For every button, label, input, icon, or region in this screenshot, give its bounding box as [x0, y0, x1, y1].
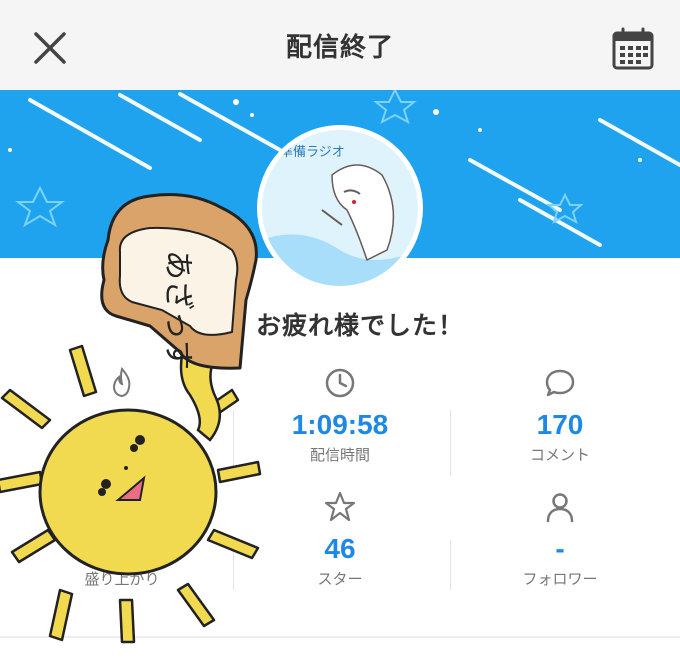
- avatar[interactable]: 準備ラジオ: [257, 125, 423, 291]
- person-icon: [546, 493, 574, 523]
- stat-excitement: [12, 366, 232, 400]
- divider: [450, 410, 451, 476]
- stream-end-message: お疲れ様でした！: [256, 311, 465, 340]
- comment-icon: [545, 369, 575, 397]
- duration-label: 配信時間: [309, 446, 370, 464]
- sticker-text: あざっす: [160, 250, 195, 370]
- star-icon: [324, 491, 356, 522]
- stat-stars: 46 スター: [230, 490, 450, 589]
- close-icon[interactable]: [28, 26, 72, 70]
- calendar-icon[interactable]: [610, 26, 656, 72]
- stat-excitement-label: 盛り上がり: [12, 566, 232, 589]
- followers-value: -: [555, 533, 565, 564]
- duration-value: 1:09:58: [291, 409, 389, 440]
- comments-label: コメント: [529, 446, 590, 464]
- divider: [450, 540, 451, 590]
- flame-icon: [112, 366, 131, 398]
- excitement-label: 盛り上がり: [84, 570, 160, 588]
- top-bar: 配信終了: [0, 0, 680, 90]
- clock-icon: [325, 368, 355, 398]
- stat-followers: - フォロワー: [450, 490, 670, 589]
- divider: [233, 410, 234, 476]
- page-title: 配信終了: [285, 32, 394, 63]
- divider: [233, 540, 234, 590]
- avatar-illustration: 準備ラジオ: [262, 130, 418, 286]
- stat-duration: 1:09:58 配信時間: [230, 366, 450, 465]
- avatar-caption: 準備ラジオ: [280, 144, 345, 160]
- comments-value: 170: [536, 409, 584, 440]
- stars-value: 46: [324, 533, 356, 564]
- stars-label: スター: [317, 570, 363, 588]
- bottom-divider: [0, 636, 680, 638]
- followers-label: フォロワー: [522, 570, 598, 588]
- stat-comments: 170 コメント: [450, 366, 670, 465]
